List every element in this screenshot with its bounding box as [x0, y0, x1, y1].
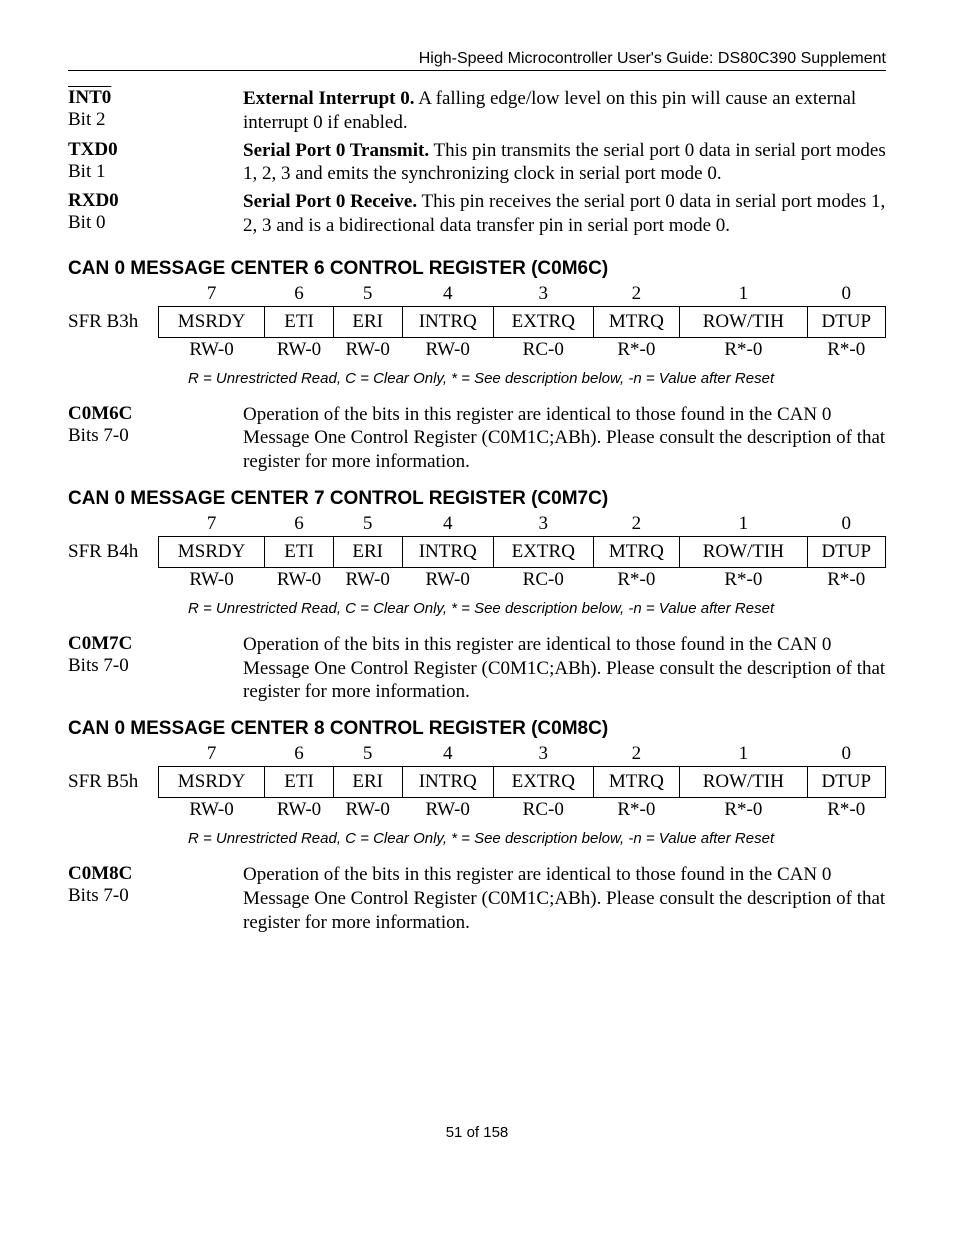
register-legend: R = Unrestricted Read, C = Clear Only, *… — [188, 830, 886, 847]
pin-description: External Interrupt 0. A falling edge/low… — [243, 85, 886, 137]
bit-access-row: RW-0 RW-0 RW-0 RW-0 RC-0 R*-0 R*-0 R*-0 — [68, 337, 886, 362]
pin-name: TXD0 — [68, 139, 118, 160]
register-name: C0M6C — [68, 403, 132, 424]
page-number: 51 of 158 — [68, 1124, 886, 1141]
register-bits: Bits 7-0 — [68, 425, 129, 446]
pin-bit: Bit 2 — [68, 109, 105, 130]
register-desc-text: Operation of the bits in this register a… — [243, 403, 886, 474]
register-legend: R = Unrestricted Read, C = Clear Only, *… — [188, 600, 886, 617]
register-desc-text: Operation of the bits in this register a… — [243, 863, 886, 934]
register-description: C0M7C Bits 7-0 Operation of the bits in … — [68, 633, 886, 704]
pin-name: INT0 — [68, 87, 111, 108]
register-table: 7 6 5 4 3 2 1 0 SFR B3h MSRDY ETI ERI IN… — [68, 282, 886, 362]
bit-number-row: 7 6 5 4 3 2 1 0 — [68, 742, 886, 767]
bit-number-row: 7 6 5 4 3 2 1 0 — [68, 512, 886, 537]
section-heading: CAN 0 MESSAGE CENTER 8 CONTROL REGISTER … — [68, 718, 886, 740]
pin-description: Serial Port 0 Receive. This pin receives… — [243, 188, 886, 240]
header-text: High-Speed Microcontroller User's Guide:… — [68, 50, 886, 70]
section-heading: CAN 0 MESSAGE CENTER 6 CONTROL REGISTER … — [68, 258, 886, 280]
pin-name: RXD0 — [68, 190, 119, 211]
register-table: 7 6 5 4 3 2 1 0 SFR B5h MSRDY ETI ERI IN… — [68, 742, 886, 822]
bit-access-row: RW-0 RW-0 RW-0 RW-0 RC-0 R*-0 R*-0 R*-0 — [68, 798, 886, 823]
pin-row: TXD0 Bit 1 Serial Port 0 Transmit. This … — [68, 137, 886, 189]
pin-row: INT0 Bit 2 External Interrupt 0. A falli… — [68, 85, 886, 137]
register-description: C0M6C Bits 7-0 Operation of the bits in … — [68, 403, 886, 474]
page-header: High-Speed Microcontroller User's Guide:… — [68, 50, 886, 71]
section-heading: CAN 0 MESSAGE CENTER 7 CONTROL REGISTER … — [68, 488, 886, 510]
pin-description: Serial Port 0 Transmit. This pin transmi… — [243, 137, 886, 189]
pin-bit: Bit 0 — [68, 212, 105, 233]
register-name: C0M8C — [68, 863, 132, 884]
bit-number-row: 7 6 5 4 3 2 1 0 — [68, 282, 886, 307]
bit-name-row: SFR B5h MSRDY ETI ERI INTRQ EXTRQ MTRQ R… — [68, 767, 886, 798]
register-desc-text: Operation of the bits in this register a… — [243, 633, 886, 704]
bit-access-row: RW-0 RW-0 RW-0 RW-0 RC-0 R*-0 R*-0 R*-0 — [68, 567, 886, 592]
sfr-label: SFR B5h — [68, 767, 159, 798]
pin-definitions: INT0 Bit 2 External Interrupt 0. A falli… — [68, 85, 886, 240]
register-legend: R = Unrestricted Read, C = Clear Only, *… — [188, 370, 886, 387]
register-table: 7 6 5 4 3 2 1 0 SFR B4h MSRDY ETI ERI IN… — [68, 512, 886, 592]
sfr-label: SFR B3h — [68, 306, 159, 337]
register-name: C0M7C — [68, 633, 132, 654]
register-bits: Bits 7-0 — [68, 655, 129, 676]
register-bits: Bits 7-0 — [68, 885, 129, 906]
sfr-label: SFR B4h — [68, 536, 159, 567]
bit-name-row: SFR B3h MSRDY ETI ERI INTRQ EXTRQ MTRQ R… — [68, 306, 886, 337]
pin-bit: Bit 1 — [68, 161, 105, 182]
bit-name-row: SFR B4h MSRDY ETI ERI INTRQ EXTRQ MTRQ R… — [68, 536, 886, 567]
pin-row: RXD0 Bit 0 Serial Port 0 Receive. This p… — [68, 188, 886, 240]
register-description: C0M8C Bits 7-0 Operation of the bits in … — [68, 863, 886, 934]
